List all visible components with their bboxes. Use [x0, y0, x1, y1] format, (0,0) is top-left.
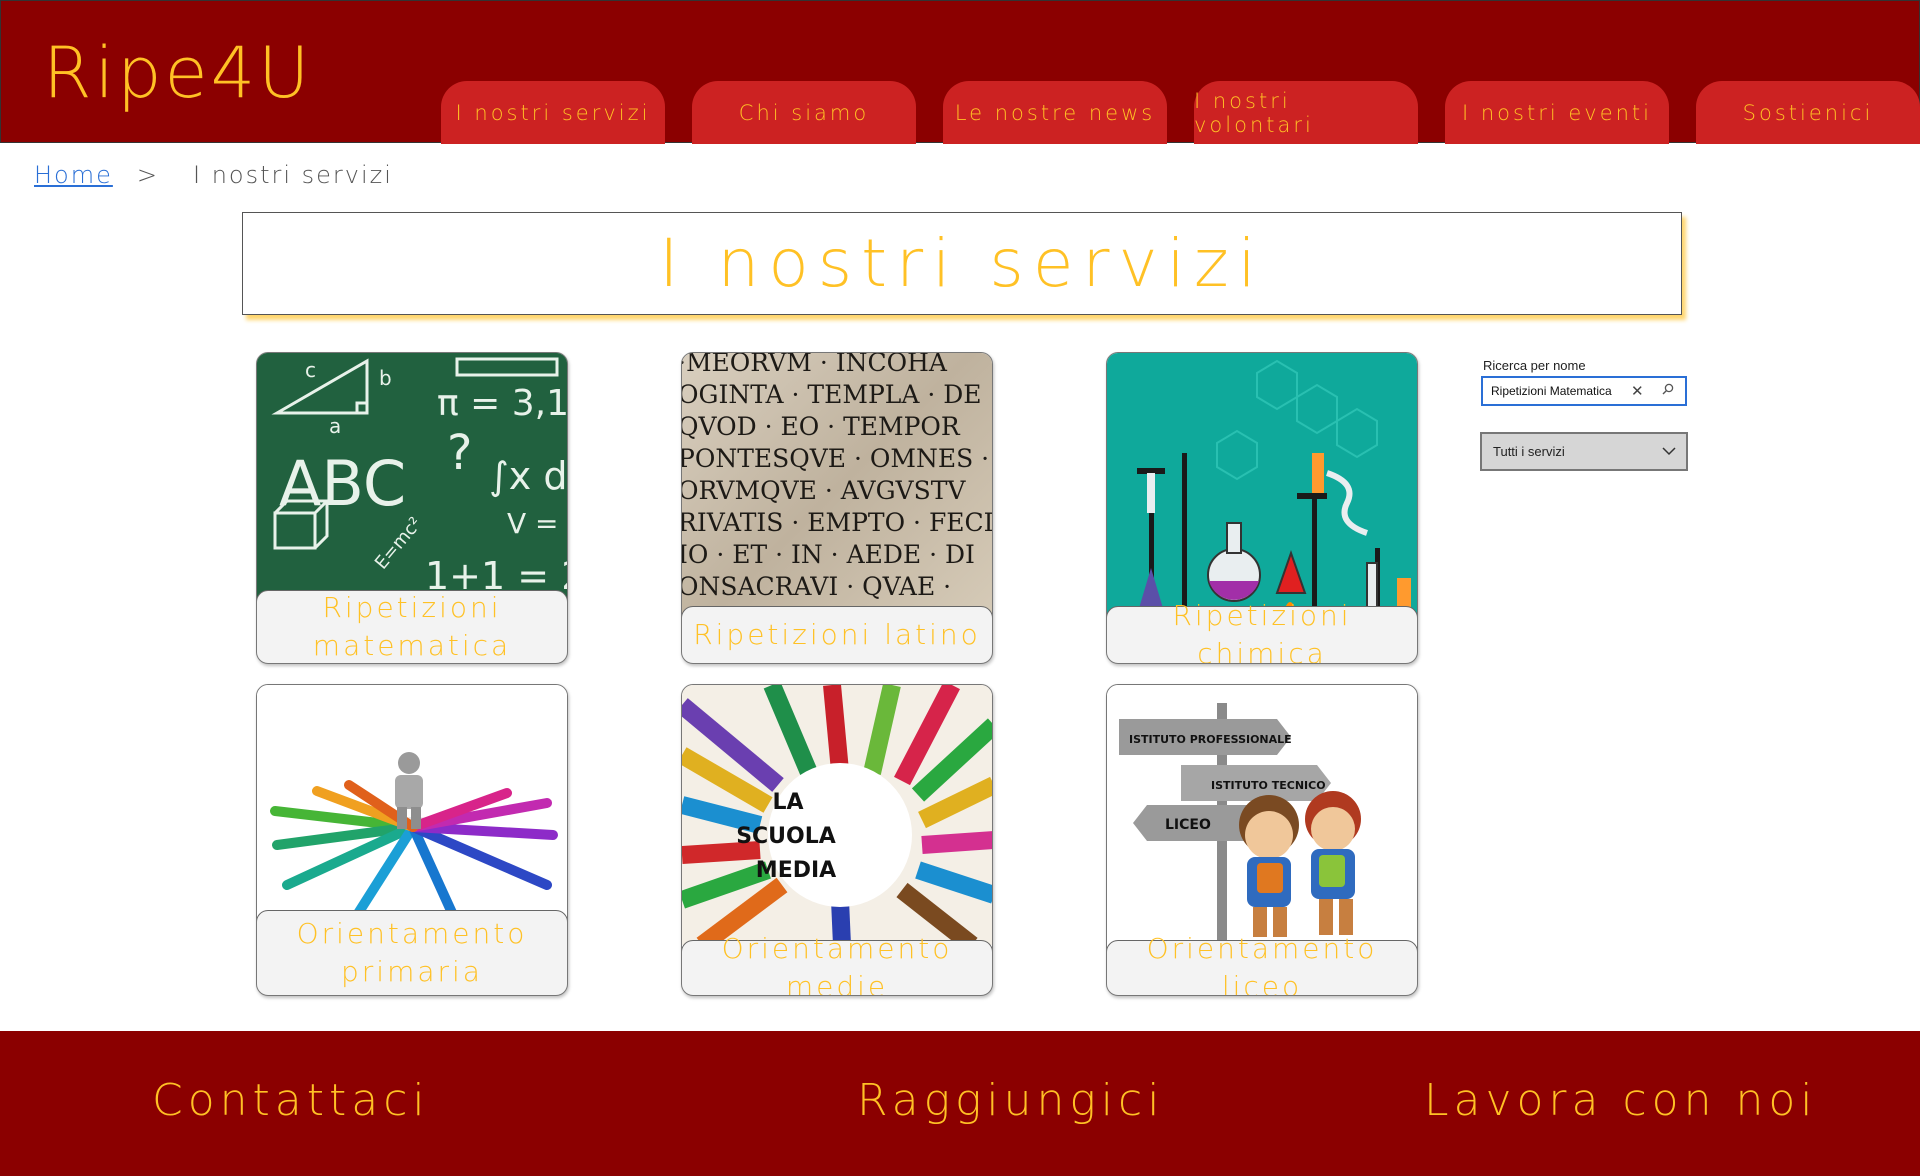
breadcrumb-home-link[interactable]: Home [34, 161, 113, 189]
footer-lavora-link[interactable]: Lavora con noi [1424, 1075, 1818, 1126]
scuola-media-text-2: SCUOLA [736, 824, 836, 849]
page-title-box: I nostri servizi [242, 212, 1682, 315]
service-card-primaria[interactable]: Orientamento primaria [256, 684, 568, 996]
nav-tab-servizi[interactable]: I nostri servizi [441, 81, 665, 144]
nav-tab-eventi[interactable]: I nostri eventi [1445, 81, 1669, 144]
service-filter-value: Tutti i servizi [1493, 444, 1565, 459]
chemistry-lab-image [1107, 353, 1417, 615]
service-filter-select[interactable]: Tutti i servizi [1480, 432, 1688, 471]
footer-raggiungici-link[interactable]: Raggiungici [857, 1075, 1164, 1126]
site-logo[interactable]: Ripe4U [43, 31, 312, 115]
latin-inscription-image: ·MEORVM · INCOHA OGINTA · TEMPLA · DE QV… [682, 353, 992, 623]
search-label: Ricerca per nome [1483, 358, 1586, 373]
service-card-chimica[interactable]: Ripetizioni chimica [1106, 352, 1418, 664]
card-caption: Orientamento medie [682, 932, 992, 995]
chalkboard-drawing: c b a π = 3,14 ABC ? ∫x d V = 1+1 = 2 E=… [257, 353, 568, 613]
site-header: Ripe4U I nostri servizi Chi siamo Le nos… [0, 0, 1920, 144]
math-chalkboard-image: c b a π = 3,14 ABC ? ∫x d V = 1+1 = 2 E=… [257, 353, 567, 613]
inscription-line: ·MEORVM · INCOHA [682, 353, 947, 377]
inscription-line: ORVMQVE · AVGVSTV [682, 476, 966, 505]
liceo-signpost-image: ISTITUTO PROFESSIONALE ISTITUTO TECNICO … [1107, 685, 1417, 943]
volume-chalk: V = [507, 507, 559, 540]
nav-tab-sostienici[interactable]: Sostienici [1696, 81, 1920, 144]
search-input[interactable] [1489, 383, 1623, 399]
inscription-line: RIVATIS · EMPTO · FECI [682, 508, 992, 537]
inscription-line: ONSACRAVI · QVAE · [682, 572, 952, 601]
chevron-down-icon [1662, 444, 1676, 459]
footer-contattaci-link[interactable]: Contattaci [152, 1075, 430, 1126]
nav-tab-chi-siamo[interactable]: Chi siamo [692, 81, 916, 144]
svg-text:c: c [305, 358, 316, 382]
search-icon[interactable] [1662, 382, 1674, 400]
service-card-liceo[interactable]: ISTITUTO PROFESSIONALE ISTITUTO TECNICO … [1106, 684, 1418, 996]
signpost-drawing: ISTITUTO PROFESSIONALE ISTITUTO TECNICO … [1107, 685, 1417, 943]
inscription-line: PONTESQVE · OMNES · [682, 444, 990, 473]
sign-professionale: ISTITUTO PROFESSIONALE [1129, 733, 1292, 746]
nav-tab-volontari[interactable]: I nostri volontari [1194, 81, 1418, 144]
page-title: I nostri servizi [659, 225, 1265, 302]
service-card-latino[interactable]: ·MEORVM · INCOHA OGINTA · TEMPLA · DE QV… [681, 352, 993, 664]
service-card-medie[interactable]: LA SCUOLA MEDIA Orientamento medie [681, 684, 993, 996]
scuola-media-text-3: MEDIA [756, 858, 836, 883]
integral-chalk: ∫x d [489, 454, 568, 498]
breadcrumb-separator: > [136, 161, 159, 189]
lab-glassware-drawing [1107, 353, 1417, 615]
abc-chalk: ABC [279, 447, 406, 520]
card-caption: Ripetizioni latino [682, 606, 992, 663]
breadcrumb-current: I nostri servizi [192, 161, 393, 189]
inscription-line: OGINTA · TEMPLA · DE [682, 380, 982, 409]
colored-arrows-drawing [257, 685, 567, 925]
inscription-line: QVOD · EO · TEMPOR [682, 412, 960, 441]
site-footer: Contattaci Raggiungici Lavora con noi [0, 1031, 1920, 1176]
card-caption: Ripetizioni chimica [1107, 599, 1417, 663]
svg-text:b: b [379, 366, 392, 390]
scuola-media-text-1: LA [772, 790, 803, 815]
nav-tab-news[interactable]: Le nostre news [943, 81, 1167, 144]
clear-icon[interactable]: ✕ [1631, 382, 1644, 400]
question-mark-chalk: ? [447, 425, 472, 481]
sign-tecnico: ISTITUTO TECNICO [1211, 779, 1326, 792]
medie-pencils-image: LA SCUOLA MEDIA [682, 685, 992, 953]
card-caption: Ripetizioni matematica [257, 590, 567, 663]
card-caption: Orientamento primaria [257, 910, 567, 995]
primaria-arrows-image [257, 685, 567, 925]
service-card-matematica[interactable]: c b a π = 3,14 ABC ? ∫x d V = 1+1 = 2 E=… [256, 352, 568, 664]
inscription-line: IO · ET · IN · AEDE · DI [682, 540, 975, 569]
pencils-drawing: LA SCUOLA MEDIA [682, 685, 992, 953]
card-caption: Orientamento liceo [1107, 932, 1417, 995]
breadcrumb: Home > I nostri servizi [34, 160, 393, 190]
pi-formula: π = 3,14 [437, 383, 568, 424]
search-field[interactable]: ✕ [1481, 376, 1687, 406]
sign-liceo: LICEO [1165, 817, 1211, 833]
svg-text:a: a [329, 414, 341, 438]
